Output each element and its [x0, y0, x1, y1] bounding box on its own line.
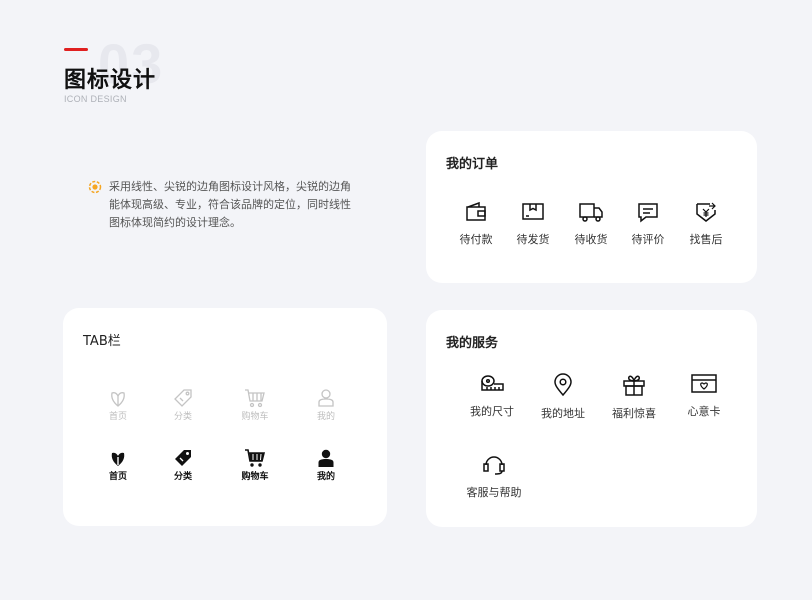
order-item-label: 找售后: [689, 233, 723, 246]
tab-cart-inactive[interactable]: 购物车: [230, 388, 280, 422]
my-orders-card: 我的订单 待付款 待发货 待收货 待评价 找售后: [426, 131, 757, 283]
service-item-label: 心意卡: [687, 405, 721, 418]
package-icon: [522, 203, 544, 220]
tag-filled-icon: [175, 450, 191, 466]
tab-label: 首页: [108, 412, 127, 422]
my-services-card: 我的服务 我的尺寸 我的地址 福利惊喜 心意卡 客服与帮助: [426, 310, 757, 527]
tab-cart-active[interactable]: 购物车: [230, 448, 280, 482]
service-item-label: 我的地址: [541, 407, 585, 420]
order-item-pending-payment[interactable]: 待付款: [444, 201, 508, 247]
tab-category-active[interactable]: 分类: [158, 448, 208, 482]
service-item-customer-service[interactable]: 客服与帮助: [462, 452, 526, 500]
bullet-ring-icon: [88, 180, 102, 194]
service-item-my-size[interactable]: 我的尺寸: [460, 373, 524, 419]
order-item-pending-shipment[interactable]: 待发货: [501, 201, 565, 247]
tab-label: 我的: [316, 472, 335, 482]
design-description: 采用线性、尖锐的边角图标设计风格，尖锐的边角能体现高级、专业，符合该品牌的定位，…: [88, 178, 358, 232]
cart-outline-icon: [245, 389, 265, 408]
cart-filled-icon: [245, 449, 266, 467]
user-filled-icon: [318, 449, 334, 467]
tab-label: 分类: [173, 412, 192, 422]
tag-outline-icon: [174, 389, 192, 407]
comment-icon: [638, 203, 658, 223]
tabbar-title: TAB栏: [83, 334, 121, 349]
gift-icon: [623, 375, 645, 396]
tabbar-card: TAB栏 首页 分类 购物车 我的 首页 分类 购物车 我的: [63, 308, 387, 526]
order-item-label: 待收货: [574, 233, 608, 246]
page-subtitle: ICON DESIGN: [64, 94, 127, 104]
orders-title: 我的订单: [446, 157, 499, 172]
service-item-label: 客服与帮助: [466, 486, 522, 499]
delivery-truck-icon: [579, 203, 603, 222]
order-item-after-sales[interactable]: 找售后: [674, 201, 738, 247]
service-item-label: 我的尺寸: [470, 405, 514, 418]
service-item-welfare-surprise[interactable]: 福利惊喜: [602, 373, 666, 421]
service-item-gift-card[interactable]: 心意卡: [672, 373, 736, 419]
tab-label: 我的: [316, 412, 335, 422]
location-pin-icon: [554, 373, 572, 397]
service-item-my-address[interactable]: 我的地址: [531, 373, 595, 421]
tape-measure-icon: [481, 375, 504, 391]
services-title: 我的服务: [446, 336, 499, 351]
tab-label: 购物车: [241, 412, 269, 422]
order-item-pending-receipt[interactable]: 待收货: [559, 201, 623, 247]
tab-label: 购物车: [241, 472, 269, 482]
order-item-label: 待评价: [631, 233, 665, 246]
accent-bar: [64, 48, 88, 51]
order-item-label: 待付款: [459, 233, 493, 246]
user-outline-icon: [318, 389, 334, 407]
tab-home-active[interactable]: 首页: [93, 448, 143, 482]
tab-mine-inactive[interactable]: 我的: [301, 388, 351, 422]
section-header: 03 图标设计 ICON DESIGN: [64, 36, 264, 110]
tab-home-inactive[interactable]: 首页: [93, 388, 143, 422]
heart-card-icon: [691, 374, 717, 393]
headset-icon: [483, 456, 505, 475]
order-item-label: 待发货: [516, 233, 550, 246]
tab-label: 首页: [108, 472, 127, 482]
page-title: 图标设计: [64, 68, 157, 93]
order-item-pending-review[interactable]: 待评价: [616, 201, 680, 247]
service-item-label: 福利惊喜: [612, 407, 656, 420]
description-text: 采用线性、尖锐的边角图标设计风格，尖锐的边角能体现高级、专业，符合该品牌的定位，…: [109, 180, 351, 229]
home-leaf-filled-icon: [111, 452, 125, 466]
refund-shield-icon: [696, 202, 716, 222]
tab-mine-active[interactable]: 我的: [301, 448, 351, 482]
home-leaf-outline-icon: [111, 392, 125, 407]
tab-category-inactive[interactable]: 分类: [158, 388, 208, 422]
wallet-icon: [466, 201, 486, 221]
tab-label: 分类: [173, 472, 192, 482]
